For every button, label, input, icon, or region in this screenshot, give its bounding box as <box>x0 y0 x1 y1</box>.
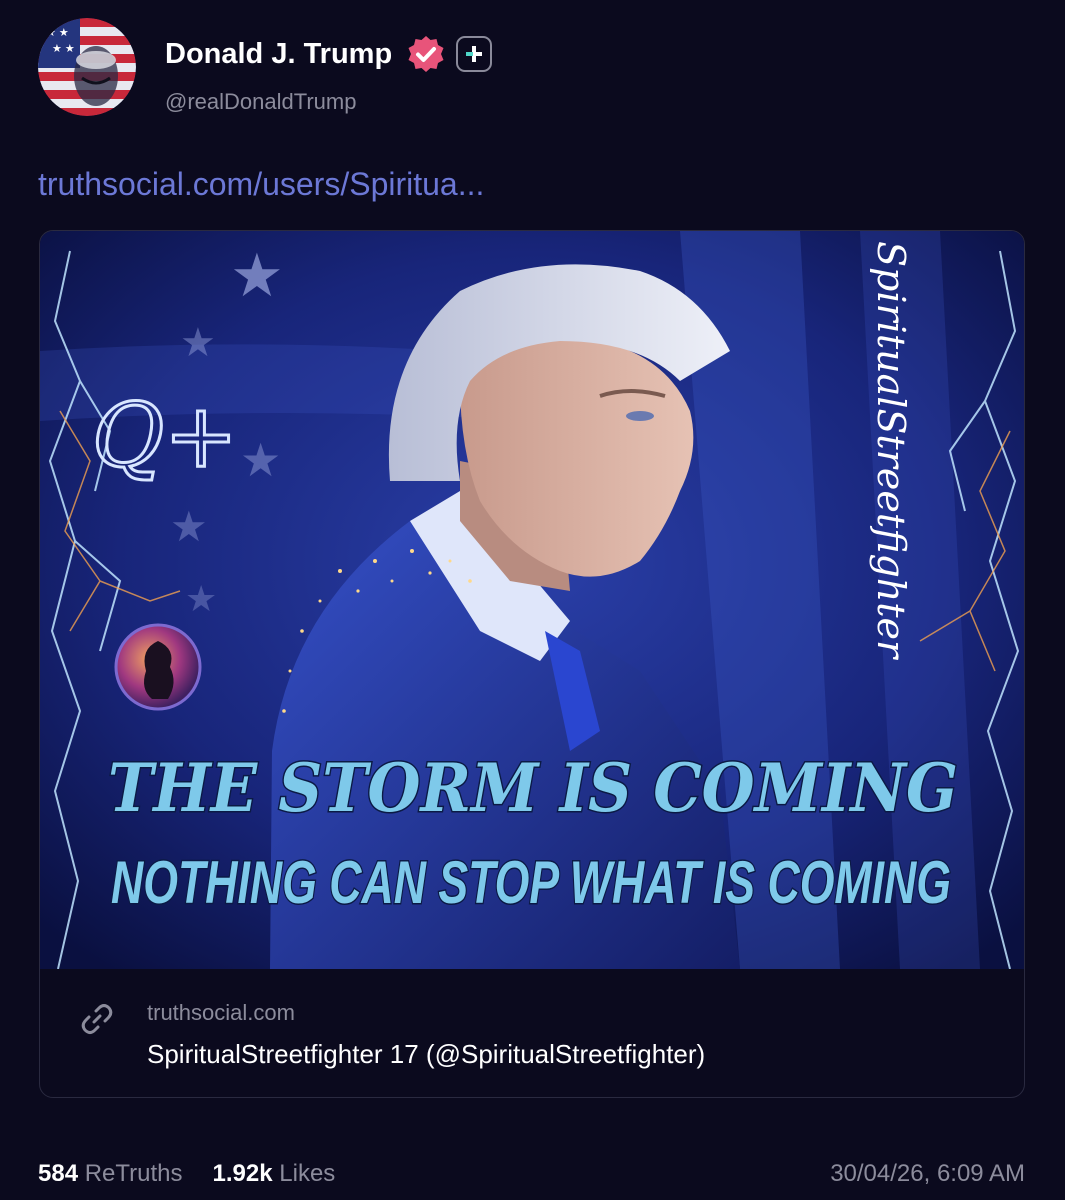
q-symbol: Q+ <box>92 384 238 487</box>
svg-text:★ ★: ★ ★ <box>52 43 75 55</box>
card-domain: truthsocial.com <box>147 1000 295 1025</box>
avatar[interactable]: ★ ★ ★ ★ <box>38 18 136 116</box>
avatar-image: ★ ★ ★ ★ <box>38 18 136 116</box>
card-footer: truthsocial.com SpiritualStreetfighter 1… <box>40 969 1024 1097</box>
image-watermark: SpiritualStreetfighter <box>869 241 913 661</box>
svg-text:★: ★ <box>170 503 208 550</box>
likes-stat[interactable]: 1.92k Likes <box>213 1160 336 1188</box>
post-link[interactable]: truthsocial.com/users/Spiritua... <box>38 166 484 203</box>
svg-text:★ ★: ★ ★ <box>46 27 69 39</box>
image-headline: THE STORM IS COMING <box>108 749 958 827</box>
retruths-count: 584 <box>38 1160 79 1187</box>
svg-text:★: ★ <box>180 321 216 365</box>
retruths-stat[interactable]: 584 ReTruths <box>38 1160 183 1188</box>
likes-count: 1.92k <box>212 1160 273 1187</box>
post-stats: 584 ReTruths 1.92k Likes <box>38 1160 335 1188</box>
card-title: SpiritualStreetfighter 17 (@SpiritualStr… <box>147 1039 706 1069</box>
link-chain-icon <box>80 1002 114 1036</box>
svg-text:★: ★ <box>240 434 281 486</box>
plus-badge-icon <box>456 36 493 72</box>
likes-label: Likes <box>279 1160 336 1187</box>
preview-image: ★ ★ ★ ★ ★ Q+ SpiritualStreetfighter THE … <box>40 231 1024 969</box>
retruths-label: ReTruths <box>84 1160 183 1187</box>
verified-badge-icon <box>406 34 446 74</box>
svg-text:★: ★ <box>185 578 217 619</box>
post-timestamp[interactable]: 30/04/26, 6:09 AM <box>830 1160 1025 1188</box>
image-subheadline: NOTHING CAN STOP WHAT IS COMING <box>111 849 951 916</box>
link-preview-card[interactable]: ★ ★ ★ ★ ★ Q+ SpiritualStreetfighter THE … <box>39 230 1025 1098</box>
svg-text:★: ★ <box>230 242 284 309</box>
author-handle[interactable]: @realDonaldTrump <box>165 89 356 115</box>
author-name[interactable]: Donald J. Trump <box>165 38 392 71</box>
